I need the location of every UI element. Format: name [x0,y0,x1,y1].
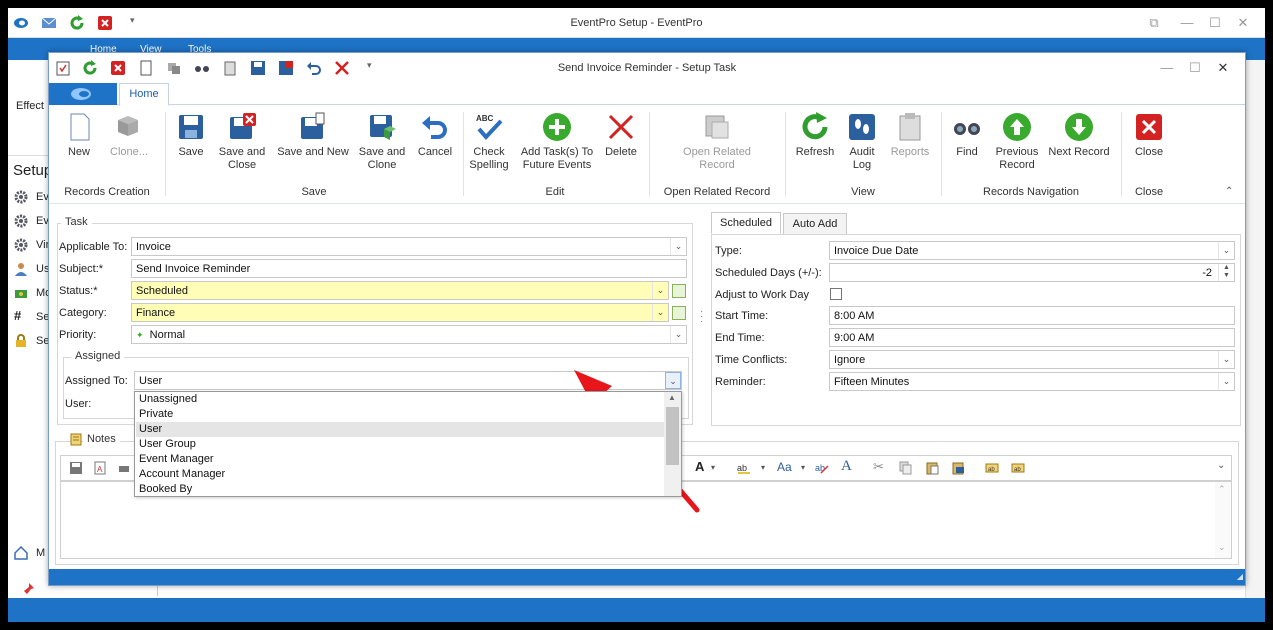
option-private[interactable]: Private [136,407,664,422]
options-scrollbar[interactable]: ▲ [664,392,681,496]
option-user[interactable]: User [136,422,664,437]
scroll-thumb[interactable] [666,407,679,465]
annotation-arrow-icon [574,370,700,513]
option-account-manager[interactable]: Account Manager [136,467,664,482]
assigned-to-options: Unassigned Private User User Group Event… [134,391,682,497]
scroll-up-icon[interactable]: ▲ [668,393,676,402]
option-user-group[interactable]: User Group [136,437,664,452]
screenshot-frame: ▾ EventPro Setup - EventPro ⧉ — ☐ ✕ Home… [8,8,1265,622]
option-unassigned[interactable]: Unassigned [136,392,664,407]
option-event-manager[interactable]: Event Manager [136,452,664,467]
option-booked-by[interactable]: Booked By [136,482,664,497]
